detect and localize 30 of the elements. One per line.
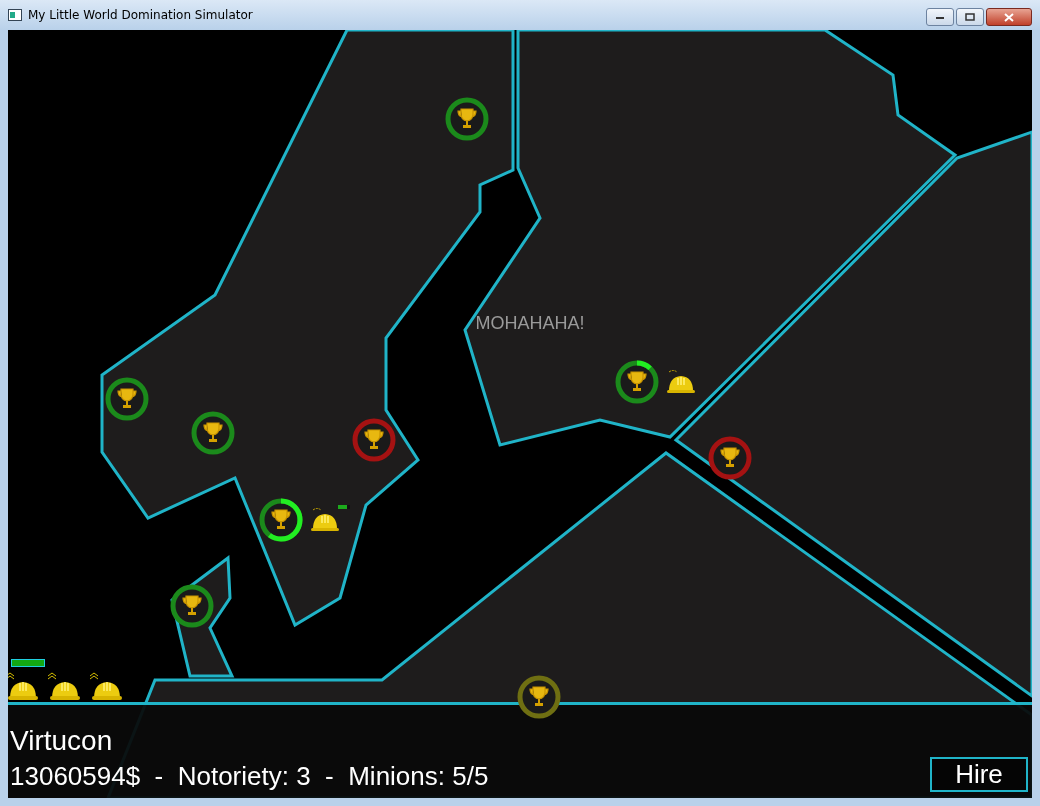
- trophy-icon: [627, 371, 647, 391]
- minion-helmet-icon[interactable]: [48, 671, 82, 701]
- close-button[interactable]: [986, 8, 1032, 26]
- territory-region[interactable]: [463, 30, 958, 447]
- trophy-icon: [271, 509, 291, 529]
- hire-button[interactable]: Hire: [930, 757, 1028, 792]
- minion-health-bar: [338, 505, 350, 509]
- trophy-icon: [720, 447, 740, 467]
- minion-helmet-icon[interactable]: [311, 508, 339, 531]
- territory-region[interactable]: [673, 129, 1032, 699]
- trophy-icon: [203, 422, 223, 442]
- minimize-icon: [935, 14, 945, 20]
- trophy-icon: [529, 686, 549, 706]
- window-app-icon: [8, 9, 22, 21]
- maximize-icon: [965, 13, 975, 21]
- villain-shout: MOHAHAHA!: [475, 313, 585, 333]
- trophy-icon: [457, 108, 477, 128]
- close-icon: [1004, 12, 1014, 22]
- minion-helmet-icon[interactable]: [90, 671, 124, 701]
- trophy-icon: [182, 595, 202, 615]
- organization-name: Virtucon: [10, 725, 114, 757]
- minimize-button[interactable]: [926, 8, 954, 26]
- minion-helmet-icon[interactable]: [667, 370, 695, 393]
- maximize-button[interactable]: [956, 8, 984, 26]
- stats-line: 13060594$ - Notoriety: 3 - Minions: 5/5: [10, 760, 489, 792]
- trophy-icon: [364, 429, 384, 449]
- minion-health-bar: [11, 659, 45, 667]
- trophy-icon: [117, 388, 137, 408]
- minion-helmet-icon[interactable]: [8, 671, 40, 701]
- window-title: My Little World Domination Simulator: [28, 8, 254, 22]
